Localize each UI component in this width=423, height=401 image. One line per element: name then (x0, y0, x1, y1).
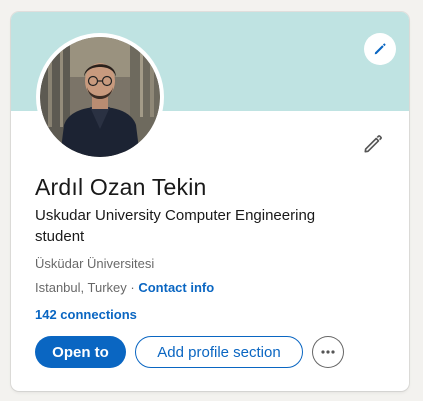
profile-location: Istanbul, Turkey (35, 280, 127, 295)
edit-intro-button[interactable] (359, 130, 387, 158)
profile-name: Ardıl Ozan Tekin (35, 174, 207, 200)
open-to-button[interactable]: Open to (35, 336, 126, 368)
pencil-icon (374, 43, 386, 55)
separator-dot: · (126, 280, 139, 295)
pencil-icon (364, 135, 382, 153)
edit-cover-button[interactable] (364, 33, 396, 65)
location-line: Istanbul, Turkey · Contact info (35, 280, 214, 295)
profile-school[interactable]: Üsküdar Üniversitesi (35, 256, 154, 271)
avatar (40, 37, 160, 157)
contact-info-link[interactable]: Contact info (138, 280, 214, 295)
more-horizontal-icon (321, 350, 335, 354)
profile-headline: Uskudar University Computer Engineering … (35, 207, 316, 245)
profile-photo[interactable] (36, 33, 164, 161)
add-profile-section-button[interactable]: Add profile section (135, 336, 303, 368)
profile-card: Ardıl Ozan Tekin Uskudar University Comp… (11, 12, 409, 391)
more-actions-button[interactable] (312, 336, 344, 368)
connections-link[interactable]: 142 connections (35, 307, 137, 322)
